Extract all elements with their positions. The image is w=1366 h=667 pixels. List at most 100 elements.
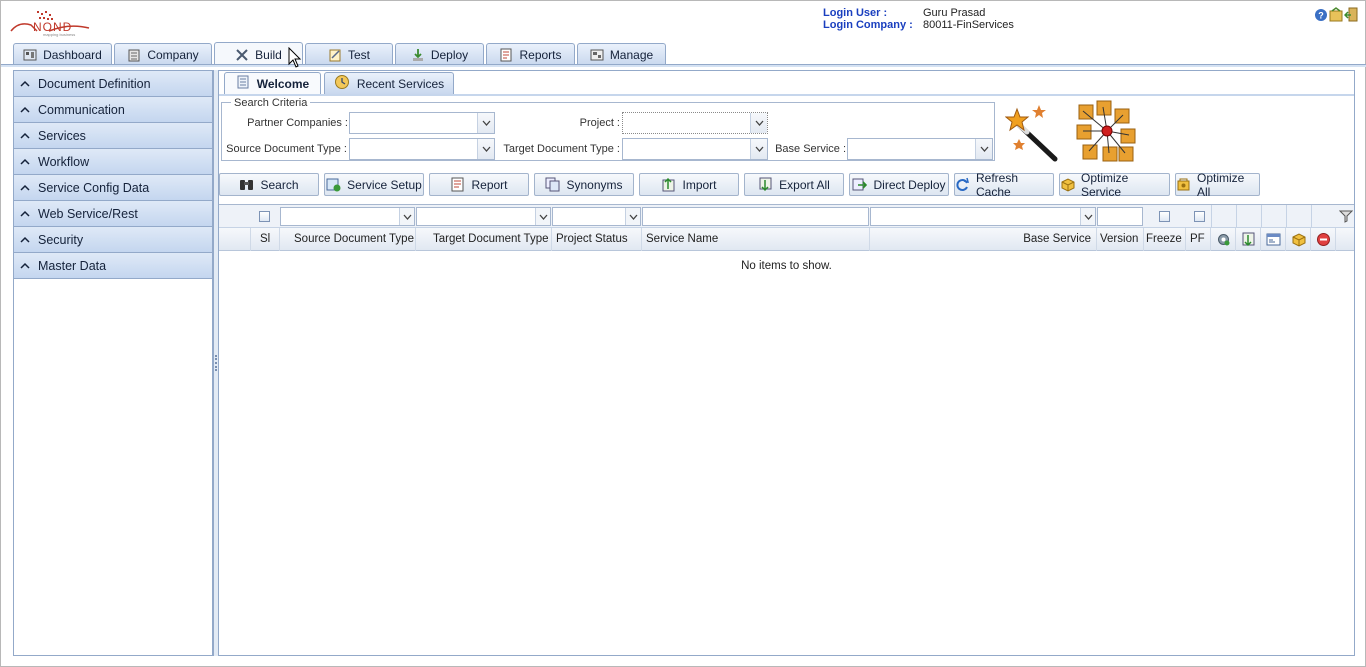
filter-target-document-type[interactable]: [416, 207, 551, 226]
mouse-cursor-icon: [288, 46, 302, 69]
filter-funnel-icon[interactable]: [1338, 209, 1354, 223]
refresh-cache-button[interactable]: Refresh Cache: [954, 171, 1054, 199]
refresh-icon: [955, 177, 970, 192]
tab-reports[interactable]: Reports: [486, 43, 575, 65]
column-header-source-document-type[interactable]: Source Document Type: [280, 228, 416, 251]
project-label: Project :: [579, 117, 620, 129]
filter-base-service[interactable]: [870, 207, 1096, 226]
tab-company[interactable]: Company: [114, 43, 212, 65]
filter-checkbox-pf[interactable]: [1194, 211, 1205, 222]
filter-version[interactable]: [1097, 207, 1143, 226]
filter-source-document-type[interactable]: [280, 207, 415, 226]
chevron-down-icon[interactable]: [535, 208, 550, 225]
filter-checkbox-freeze[interactable]: [1159, 211, 1170, 222]
tab-dashboard-label: Dashboard: [43, 47, 102, 62]
column-header-freeze[interactable]: Freeze: [1144, 228, 1186, 251]
source-document-type-select[interactable]: [349, 138, 495, 160]
login-company-label: Login Company :: [823, 19, 913, 31]
column-header-pf[interactable]: PF: [1186, 228, 1211, 251]
filter-project-status[interactable]: [552, 207, 641, 226]
tab-manage-label: Manage: [609, 47, 654, 62]
tab-company-label: Company: [147, 47, 199, 62]
report-icon: [450, 177, 465, 192]
user-settings-icon[interactable]: [1329, 7, 1343, 22]
column-header-sl[interactable]: Sl: [251, 228, 280, 251]
column-header-export: [1236, 228, 1261, 251]
chevron-down-icon[interactable]: [975, 139, 992, 159]
optimize-all-button[interactable]: Optimize All: [1175, 171, 1260, 199]
direct-deploy-button[interactable]: Direct Deploy: [849, 173, 949, 196]
filter-checkbox-sl[interactable]: [259, 211, 270, 222]
chevron-up-icon: [20, 236, 30, 243]
report-button[interactable]: Report: [429, 173, 529, 196]
nav-item-workflow[interactable]: Workflow: [14, 149, 212, 175]
optimize-service-button[interactable]: Optimize Service: [1059, 171, 1170, 199]
nav-item-security[interactable]: Security: [14, 227, 212, 253]
chevron-up-icon: [20, 80, 30, 87]
binoculars-icon: [239, 177, 254, 192]
nav-item-label: Communication: [38, 102, 125, 117]
content-panel: Welcome Recent Services Search Criteria …: [218, 70, 1355, 656]
search-button[interactable]: Search: [219, 173, 319, 196]
filter-separator: [1261, 205, 1262, 228]
settings-gear-icon: [1216, 232, 1231, 247]
partner-companies-label: Partner Companies :: [247, 117, 348, 129]
tab-manage[interactable]: Manage: [577, 43, 666, 65]
nav-item-service-config-data[interactable]: Service Config Data: [14, 175, 212, 201]
search-criteria-legend: Search Criteria: [231, 97, 311, 109]
export-all-button-label: Export All: [779, 177, 830, 192]
synonyms-icon: [545, 177, 560, 192]
logout-icon[interactable]: [1343, 7, 1358, 22]
synonyms-button[interactable]: Synonyms: [534, 173, 634, 196]
chevron-down-icon[interactable]: [399, 208, 414, 225]
export-all-button[interactable]: Export All: [744, 173, 844, 196]
partner-companies-select[interactable]: [349, 112, 495, 134]
nav-item-services[interactable]: Services: [14, 123, 212, 149]
column-header-base-service[interactable]: Base Service: [870, 228, 1097, 251]
column-header-version[interactable]: Version: [1097, 228, 1144, 251]
deploy-icon: [411, 48, 425, 62]
filter-separator: [1236, 205, 1237, 228]
manage-icon: [590, 48, 604, 62]
chevron-up-icon: [20, 210, 30, 217]
filter-separator: [1311, 205, 1312, 228]
column-header-target-document-type[interactable]: Target Document Type: [416, 228, 552, 251]
service-setup-button[interactable]: Service Setup: [324, 173, 424, 196]
help-icon[interactable]: ?: [1314, 7, 1328, 22]
filter-service-name[interactable]: [642, 207, 869, 226]
tab-dashboard[interactable]: Dashboard: [13, 43, 112, 65]
nav-item-communication[interactable]: Communication: [14, 97, 212, 123]
chevron-down-icon[interactable]: [477, 113, 494, 133]
tab-recent-services[interactable]: Recent Services: [324, 72, 454, 94]
chevron-down-icon[interactable]: [477, 139, 494, 159]
tab-test[interactable]: Test: [305, 43, 393, 65]
nav-item-master-data[interactable]: Master Data: [14, 253, 212, 279]
tab-deploy-label: Deploy: [430, 47, 469, 62]
import-button[interactable]: Import: [639, 173, 739, 196]
chevron-down-icon[interactable]: [750, 139, 767, 159]
project-select[interactable]: [622, 112, 768, 134]
nav-item-label: Services: [38, 128, 86, 143]
grid-header-row: Sl Source Document Type Target Document …: [219, 228, 1354, 251]
column-header-service-name[interactable]: Service Name: [642, 228, 870, 251]
base-service-select[interactable]: [847, 138, 993, 160]
target-document-type-select[interactable]: [622, 138, 768, 160]
chevron-down-icon[interactable]: [625, 208, 640, 225]
export-row-icon: [1241, 232, 1256, 247]
export-icon: [758, 177, 773, 192]
column-header-project-status[interactable]: Project Status: [552, 228, 642, 251]
direct-deploy-button-label: Direct Deploy: [873, 177, 946, 192]
grid-filter-row: [219, 205, 1354, 228]
nav-item-document-definition[interactable]: Document Definition: [14, 71, 212, 97]
nav-item-web-service-rest[interactable]: Web Service/Rest: [14, 201, 212, 227]
nav-item-label: Workflow: [38, 154, 90, 169]
tab-welcome[interactable]: Welcome: [224, 72, 321, 94]
search-button-label: Search: [260, 177, 299, 192]
tab-build-label: Build: [255, 47, 282, 62]
splitter-grip[interactable]: [215, 355, 217, 371]
chevron-down-icon[interactable]: [750, 113, 767, 133]
chevron-down-icon[interactable]: [1080, 208, 1095, 225]
tab-deploy[interactable]: Deploy: [395, 43, 484, 65]
company-logo: NOND mapping business: [9, 9, 93, 37]
source-document-type-label: Source Document Type :: [226, 143, 347, 155]
